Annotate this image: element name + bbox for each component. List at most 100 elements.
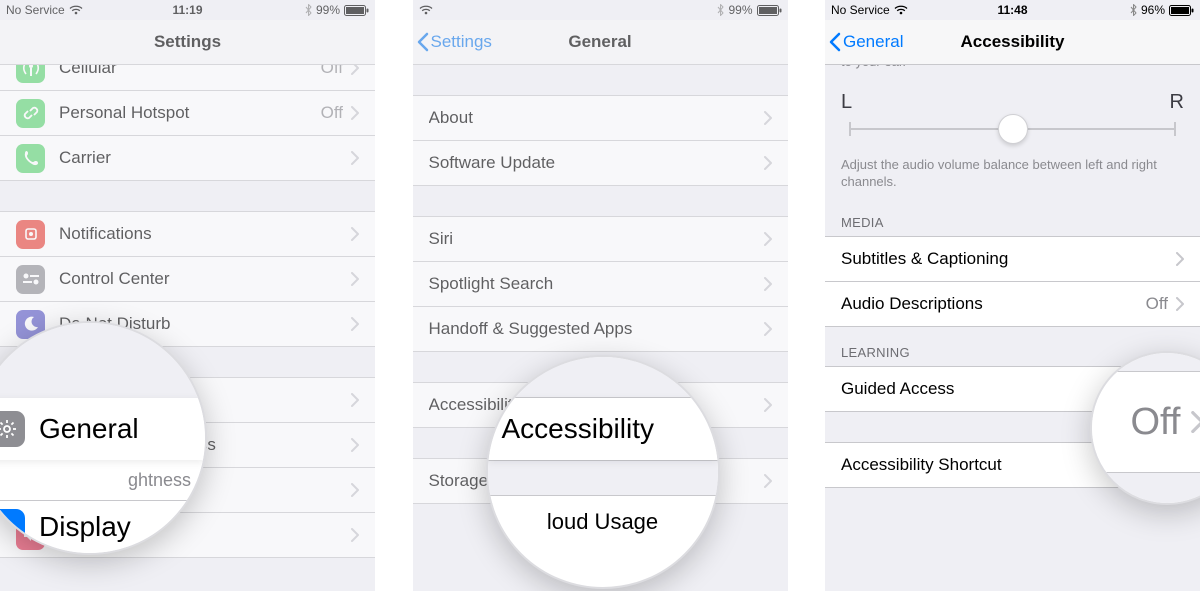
section-gap xyxy=(413,428,788,458)
back-button[interactable]: General xyxy=(825,32,903,52)
section-footer: Adjust the audio volume balance between … xyxy=(825,148,1200,197)
section-gap xyxy=(413,65,788,95)
row-label: Display & Brightness xyxy=(59,435,351,455)
row-label: Sounds xyxy=(59,525,351,545)
back-button[interactable]: Settings xyxy=(413,32,492,52)
svg-text:A: A xyxy=(30,442,37,453)
chevron-right-icon xyxy=(764,156,772,170)
status-bar: 99% xyxy=(413,0,788,20)
table-group: General AA Display & Brightness Wallpaper So… xyxy=(0,377,375,558)
nav-bar: GeneralAccessibility xyxy=(825,20,1200,65)
row-label: Accessibility Shortcut xyxy=(841,455,1146,475)
flower-icon xyxy=(16,476,45,505)
table-row[interactable]: Handoff & Suggested Apps xyxy=(413,306,788,351)
section-gap xyxy=(0,347,375,377)
battery-icon xyxy=(757,5,782,16)
row-label: General xyxy=(59,390,351,410)
table-row[interactable]: Guided AccessOff xyxy=(825,367,1200,411)
chevron-right-icon xyxy=(764,111,772,125)
table-row[interactable]: Control Center xyxy=(0,256,375,301)
table-group: Accessibility ShortcutOff xyxy=(825,442,1200,488)
table-row[interactable]: Software Update xyxy=(413,140,788,185)
row-label: Control Center xyxy=(59,269,351,289)
row-label: Software Update xyxy=(429,153,764,173)
chevron-right-icon xyxy=(764,398,772,412)
table-group: About Software Update xyxy=(413,95,788,186)
table-group: Guided AccessOff xyxy=(825,366,1200,412)
table-row[interactable]: General xyxy=(0,378,375,422)
row-value: Off xyxy=(1146,379,1168,399)
row-label: Cellular xyxy=(59,65,321,78)
audio-balance: LR xyxy=(825,77,1200,148)
section-header: LEARNING xyxy=(825,327,1200,366)
table-row[interactable]: Storage & iCloud Usage xyxy=(413,459,788,503)
chevron-right-icon xyxy=(1176,458,1184,472)
chevron-right-icon xyxy=(764,232,772,246)
section-gap xyxy=(413,186,788,216)
chevron-right-icon xyxy=(351,65,359,75)
chevron-right-icon xyxy=(351,528,359,542)
row-value: Off xyxy=(321,65,343,78)
row-label: Carrier xyxy=(59,148,351,168)
link-icon xyxy=(16,99,45,128)
table-row[interactable]: Carrier xyxy=(0,135,375,180)
chevron-right-icon xyxy=(1176,297,1184,311)
table-row[interactable]: Personal HotspotOff xyxy=(0,90,375,135)
chevron-right-icon xyxy=(351,393,359,407)
scroll-area[interactable]: CellularOffPersonal HotspotOffCarrierNot… xyxy=(0,65,375,591)
table-row[interactable]: Accessibility xyxy=(413,383,788,427)
row-label: Siri xyxy=(429,229,764,249)
row-label: Handoff & Suggested Apps xyxy=(429,319,764,339)
table-row[interactable]: Audio DescriptionsOff xyxy=(825,281,1200,326)
table-row[interactable]: CellularOff xyxy=(0,65,375,90)
scroll-area[interactable]: About Software Update Siri Spotlight Search… xyxy=(413,65,788,591)
row-label: Audio Descriptions xyxy=(841,294,1146,314)
section-footer: to your ear. xyxy=(825,65,1200,77)
table-group: Storage & iCloud Usage xyxy=(413,458,788,504)
chevron-right-icon xyxy=(351,151,359,165)
section-gap xyxy=(0,181,375,211)
chevron-right-icon xyxy=(764,474,772,488)
table-row[interactable]: Accessibility ShortcutOff xyxy=(825,443,1200,487)
row-label: Guided Access xyxy=(841,379,1146,399)
table-row[interactable]: Subtitles & Captioning xyxy=(825,237,1200,281)
row-label: Accessibility xyxy=(429,395,764,415)
bell-icon xyxy=(16,220,45,249)
row-label: Notifications xyxy=(59,224,351,244)
chevron-right-icon xyxy=(764,277,772,291)
section-gap xyxy=(413,352,788,382)
status-bar: No Service11:4896% xyxy=(825,0,1200,20)
row-label: Storage & iCloud Usage xyxy=(429,471,764,491)
aa-icon: AA xyxy=(16,431,45,460)
table-row[interactable]: Spotlight Search xyxy=(413,261,788,306)
chevron-right-icon xyxy=(351,438,359,452)
table-group: Accessibility xyxy=(413,382,788,428)
section-header: MEDIA xyxy=(825,197,1200,236)
table-group: Subtitles & CaptioningAudio Descriptions… xyxy=(825,236,1200,327)
table-row[interactable]: Notifications xyxy=(0,212,375,256)
battery-text: 99% xyxy=(728,3,752,17)
table-row[interactable]: Do Not Disturb xyxy=(0,301,375,346)
table-row[interactable]: Sounds xyxy=(0,512,375,557)
table-row[interactable]: About xyxy=(413,96,788,140)
row-value: Off xyxy=(1146,455,1168,475)
chevron-right-icon xyxy=(351,272,359,286)
table-row[interactable]: Wallpaper xyxy=(0,467,375,512)
nav-bar: SettingsGeneral xyxy=(413,20,788,65)
row-label: Do Not Disturb xyxy=(59,314,351,334)
wifi-icon xyxy=(419,5,433,15)
table-row[interactable]: Siri xyxy=(413,217,788,261)
balance-slider[interactable] xyxy=(849,118,1176,140)
table-row[interactable]: AA Display & Brightness xyxy=(0,422,375,467)
svg-text:A: A xyxy=(20,438,30,453)
status-time: 11:19 xyxy=(0,3,375,17)
scroll-area[interactable]: to your ear.LRAdjust the audio volume ba… xyxy=(825,65,1200,591)
table-group: Siri Spotlight Search Handoff & Suggested … xyxy=(413,216,788,352)
slider-thumb[interactable] xyxy=(998,114,1028,144)
chevron-right-icon xyxy=(351,227,359,241)
gear-icon xyxy=(16,386,45,415)
antenna-icon xyxy=(16,65,45,83)
nav-bar: Settings xyxy=(0,20,375,65)
section-gap xyxy=(825,412,1200,442)
switches-icon xyxy=(16,265,45,294)
